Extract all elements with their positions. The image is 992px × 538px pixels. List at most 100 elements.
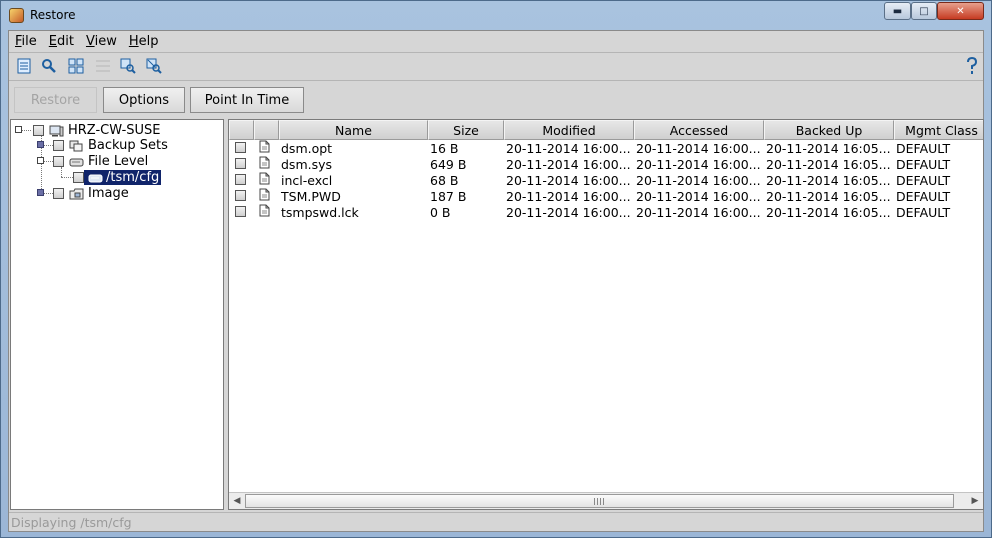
file-icon [259, 204, 270, 217]
cell-modified: 20-11-2014 16:00... [506, 156, 631, 172]
cell-backed-up: 20-11-2014 16:05... [766, 172, 891, 188]
file-icon [259, 172, 270, 185]
menu-view[interactable]: View [80, 31, 123, 52]
tree-expander-backup-sets[interactable] [37, 141, 44, 148]
cell-mgmt-class: DEFAULT [896, 204, 951, 220]
clear-filter-icon[interactable] [145, 57, 163, 75]
column-header-backed-up[interactable]: Backed Up [764, 120, 894, 140]
find-icon[interactable] [40, 57, 58, 75]
file-icon [259, 156, 270, 169]
tree-node-tsm-cfg[interactable]: /tsm/cfg [73, 170, 162, 185]
scroll-left-icon[interactable]: ◀ [231, 495, 243, 507]
restore-button[interactable]: Restore [14, 87, 97, 113]
row-checkbox[interactable] [235, 157, 246, 169]
cell-backed-up: 20-11-2014 16:05... [766, 188, 891, 204]
row-checkbox[interactable] [235, 205, 246, 217]
title-bar[interactable]: Restore ▬ □ ✕ [1, 1, 991, 30]
file-table: Name Size Modified Accessed Backed Up Mg… [228, 119, 984, 510]
checkbox[interactable] [53, 140, 64, 151]
cell-accessed: 20-11-2014 16:00... [636, 204, 761, 220]
cell-modified: 20-11-2014 16:00... [506, 188, 631, 204]
grip-icon [594, 498, 606, 505]
table-body: dsm.opt 16 B 20-11-2014 16:00... 20-11-2… [229, 140, 983, 220]
filter-icon[interactable] [119, 57, 137, 75]
column-header-size[interactable]: Size [428, 120, 504, 140]
column-header-accessed[interactable]: Accessed [634, 120, 764, 140]
tree-expander-file-level[interactable] [37, 157, 44, 164]
toolbar [9, 52, 983, 81]
cell-backed-up: 20-11-2014 16:05... [766, 156, 891, 172]
tree-node-root[interactable]: HRZ-CW-SUSE [33, 123, 161, 138]
folder-drive-icon [88, 174, 103, 182]
column-header-name[interactable]: Name [279, 120, 428, 140]
table-row[interactable]: incl-excl 68 B 20-11-2014 16:00... 20-11… [229, 172, 983, 188]
tree-pane[interactable]: HRZ-CW-SUSE Backup Sets File Level /tsm/… [10, 119, 224, 510]
cell-modified: 20-11-2014 16:00... [506, 204, 631, 220]
menu-help[interactable]: Help [123, 31, 165, 52]
column-header-type[interactable] [254, 120, 279, 140]
column-header-modified[interactable]: Modified [504, 120, 634, 140]
computer-icon [49, 125, 64, 136]
action-bar: Restore Options Point In Time [9, 82, 983, 118]
tree-expander-image[interactable] [37, 189, 44, 196]
cell-modified: 20-11-2014 16:00... [506, 172, 631, 188]
tree-node-image[interactable]: Image [53, 186, 129, 201]
column-header-mgmt-class[interactable]: Mgmt Class [894, 120, 983, 140]
checkbox[interactable] [73, 172, 84, 183]
menu-bar: File Edit View Help [9, 31, 983, 52]
row-checkbox[interactable] [235, 173, 246, 185]
tree-node-file-level[interactable]: File Level [53, 154, 148, 169]
image-icon [69, 188, 84, 199]
cell-size: 187 B [430, 188, 467, 204]
cell-name: TSM.PWD [281, 188, 341, 204]
options-button[interactable]: Options [103, 87, 185, 113]
cell-size: 0 B [430, 204, 451, 220]
cell-mgmt-class: DEFAULT [896, 188, 951, 204]
cell-name: incl-excl [281, 172, 333, 188]
checkbox[interactable] [33, 125, 44, 136]
context-help-icon[interactable] [963, 57, 981, 75]
details-icon[interactable] [15, 57, 33, 75]
checkbox[interactable] [53, 188, 64, 199]
menu-edit[interactable]: Edit [43, 31, 80, 52]
cell-mgmt-class: DEFAULT [896, 140, 951, 156]
table-header: Name Size Modified Accessed Backed Up Mg… [229, 120, 983, 140]
cell-accessed: 20-11-2014 16:00... [636, 140, 761, 156]
backup-sets-icon [69, 140, 83, 151]
table-row[interactable]: TSM.PWD 187 B 20-11-2014 16:00... 20-11-… [229, 188, 983, 204]
table-row[interactable]: dsm.opt 16 B 20-11-2014 16:00... 20-11-2… [229, 140, 983, 156]
cell-mgmt-class: DEFAULT [896, 172, 951, 188]
tree-node-backup-sets[interactable]: Backup Sets [53, 138, 168, 153]
client-area: File Edit View Help Restore Options Poin… [8, 30, 984, 532]
maximize-button[interactable]: □ [911, 2, 937, 20]
menu-file[interactable]: File [9, 31, 43, 52]
select-all-icon[interactable] [67, 57, 85, 75]
cell-backed-up: 20-11-2014 16:05... [766, 140, 891, 156]
tree-connector [61, 177, 73, 178]
scroll-right-icon[interactable]: ▶ [969, 495, 981, 507]
minimize-button[interactable]: ▬ [884, 2, 911, 20]
tree-expander-root[interactable] [15, 126, 22, 133]
checkbox[interactable] [53, 156, 64, 167]
drive-icon [69, 158, 84, 166]
file-icon [259, 140, 270, 153]
cell-size: 68 B [430, 172, 459, 188]
cell-accessed: 20-11-2014 16:00... [636, 156, 761, 172]
row-checkbox[interactable] [235, 189, 246, 201]
tree-connector [21, 130, 31, 131]
status-bar: Displaying /tsm/cfg [9, 512, 983, 531]
point-in-time-button[interactable]: Point In Time [190, 87, 304, 113]
cell-name: tsmpswd.lck [281, 204, 359, 220]
column-header-select[interactable] [229, 120, 254, 140]
scrollbar-thumb[interactable] [245, 494, 954, 508]
cell-name: dsm.sys [281, 156, 333, 172]
row-checkbox[interactable] [235, 141, 246, 153]
close-button[interactable]: ✕ [937, 2, 984, 20]
table-row[interactable]: tsmpswd.lck 0 B 20-11-2014 16:00... 20-1… [229, 204, 983, 220]
cell-accessed: 20-11-2014 16:00... [636, 188, 761, 204]
deselect-icon[interactable] [94, 57, 112, 75]
horizontal-scrollbar[interactable]: ◀ ▶ [229, 492, 983, 509]
minimize-icon: ▬ [892, 5, 903, 17]
table-row[interactable]: dsm.sys 649 B 20-11-2014 16:00... 20-11-… [229, 156, 983, 172]
cell-accessed: 20-11-2014 16:00... [636, 172, 761, 188]
